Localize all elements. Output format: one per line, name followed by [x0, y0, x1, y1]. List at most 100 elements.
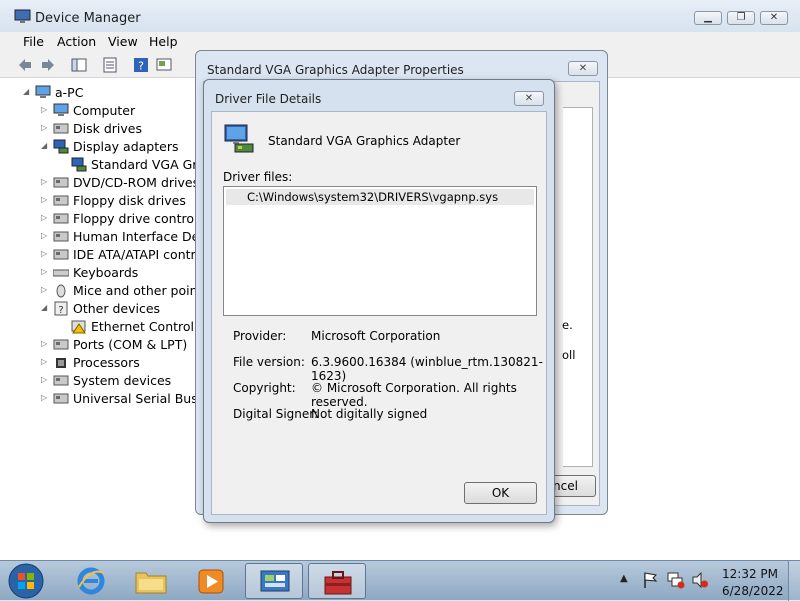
- internet-explorer-icon: [77, 567, 105, 595]
- port-icon: [53, 339, 69, 350]
- show-desktop-button[interactable]: [788, 561, 800, 601]
- svg-text:?: ?: [138, 60, 144, 73]
- tree-item-label: Human Interface Devic: [73, 229, 196, 244]
- dialog-close-button[interactable]: ✕: [514, 91, 544, 106]
- collapsed-arrow-icon[interactable]: ▷: [41, 393, 51, 402]
- cancel-label: ncel: [553, 479, 578, 493]
- tree-item-label: Keyboards: [73, 265, 139, 280]
- tree-item-label: Floppy disk drives: [73, 193, 186, 208]
- tree-item-label: Ports (COM & LPT): [73, 337, 188, 352]
- menu-view[interactable]: View: [108, 34, 138, 49]
- taskbar-media-player[interactable]: [182, 563, 240, 599]
- device-tree: ◢ a-PC ▷ Computer ▷ Disk drives ◢ Display adapt…: [0, 78, 196, 548]
- properties-cancel-button[interactable]: ncel: [549, 475, 596, 497]
- volume-muted-icon[interactable]: [691, 571, 709, 589]
- svg-text:?: ?: [58, 305, 63, 316]
- tree-item-label: System devices: [73, 373, 172, 388]
- properties-tab-panel: [563, 107, 593, 467]
- computer-icon: [53, 103, 69, 116]
- display-adapter-icon: [224, 124, 254, 153]
- taskbar-internet-explorer[interactable]: [62, 563, 120, 599]
- folder-icon: [135, 572, 167, 594]
- properties-close-button[interactable]: ✕: [568, 61, 598, 76]
- provider-value: Microsoft Corporation: [311, 329, 441, 343]
- toolbox-icon: [324, 571, 352, 595]
- digital-signer-value: Not digitally signed: [311, 407, 428, 421]
- tree-item-label: IDE ATA/ATAPI contro: [73, 247, 196, 262]
- controller-icon: [53, 213, 69, 224]
- display-adapter-icon: [53, 139, 69, 154]
- unknown-device-icon: ?: [54, 301, 68, 316]
- taskbar-control-panel[interactable]: [245, 563, 303, 599]
- keyboard-icon: [53, 269, 69, 277]
- device-name: Standard VGA Graphics Adapter: [268, 134, 461, 148]
- copyright-label: Copyright:: [233, 381, 296, 395]
- tree-item-label: Display adapters: [73, 139, 179, 154]
- provider-label: Provider:: [233, 329, 287, 343]
- taskbar-explorer[interactable]: [122, 563, 180, 599]
- back-icon[interactable]: [17, 57, 33, 73]
- hid-icon: [53, 231, 69, 242]
- tree-item-label: Mice and other pointin: [73, 283, 196, 298]
- scan-hardware-icon[interactable]: [156, 57, 172, 73]
- menu-help[interactable]: Help: [149, 34, 178, 49]
- collapsed-arrow-icon[interactable]: ▷: [41, 375, 51, 384]
- network-error-icon[interactable]: [667, 571, 685, 589]
- properties-dialog-title: Standard VGA Graphics Adapter Properties: [207, 63, 464, 77]
- menu-action[interactable]: Action: [57, 34, 96, 49]
- expanded-arrow-icon[interactable]: ◢: [41, 303, 51, 312]
- collapsed-arrow-icon[interactable]: ▷: [41, 339, 51, 348]
- collapsed-arrow-icon[interactable]: ▷: [41, 177, 51, 186]
- menu-file[interactable]: File: [23, 34, 44, 49]
- action-center-flag-icon[interactable]: [642, 571, 658, 589]
- collapsed-arrow-icon[interactable]: ▷: [41, 123, 51, 132]
- collapsed-arrow-icon[interactable]: ▷: [41, 213, 51, 222]
- file-version-value: 6.3.9600.16384 (winblue_rtm.130821-1623): [311, 355, 543, 383]
- computer-icon: [35, 85, 51, 98]
- title-bar[interactable]: Device Manager ▁ ❐ ✕: [0, 0, 800, 32]
- dvd-drive-icon: [53, 177, 69, 188]
- device-manager-icon: [14, 9, 31, 23]
- disk-drive-icon: [53, 123, 69, 134]
- driver-files-label: Driver files:: [223, 170, 293, 184]
- tree-item-label: Universal Serial Bus co: [73, 391, 196, 406]
- tree-item-label: Ethernet Controller: [91, 319, 196, 334]
- usb-icon: [53, 393, 69, 404]
- properties-text-fragment: oll: [562, 348, 576, 362]
- collapsed-arrow-icon[interactable]: ▷: [41, 285, 51, 294]
- warning-device-icon: [71, 320, 86, 334]
- maximize-button[interactable]: ❐: [727, 11, 755, 25]
- driver-file-path: C:\Windows\system32\DRIVERS\vgapnp.sys: [247, 190, 499, 204]
- clock-time[interactable]: 12:32 PM: [722, 567, 778, 581]
- system-device-icon: [53, 375, 69, 386]
- collapsed-arrow-icon[interactable]: ▷: [41, 105, 51, 114]
- expanded-arrow-icon[interactable]: ◢: [23, 87, 33, 96]
- tree-item-label: Floppy drive controller: [73, 211, 196, 226]
- show-hidden-icons-icon[interactable]: ▲: [620, 573, 628, 584]
- media-player-icon: [198, 569, 224, 594]
- collapsed-arrow-icon[interactable]: ▷: [41, 195, 51, 204]
- driver-file-row[interactable]: C:\Windows\system32\DRIVERS\vgapnp.sys: [226, 189, 534, 205]
- collapsed-arrow-icon[interactable]: ▷: [41, 231, 51, 240]
- driver-file-details-dialog: Driver File Details ✕ Standard VGA Graph…: [203, 79, 555, 523]
- properties-icon[interactable]: [102, 57, 118, 73]
- show-hide-tree-icon[interactable]: [71, 57, 87, 73]
- expanded-arrow-icon[interactable]: ◢: [41, 141, 51, 150]
- ok-button[interactable]: OK: [464, 482, 537, 504]
- collapsed-arrow-icon[interactable]: ▷: [41, 357, 51, 366]
- driver-files-list[interactable]: C:\Windows\system32\DRIVERS\vgapnp.sys: [223, 186, 537, 316]
- digital-signer-label: Digital Signer:: [233, 407, 319, 421]
- start-button-icon[interactable]: [6, 562, 46, 600]
- collapsed-arrow-icon[interactable]: ▷: [41, 249, 51, 258]
- close-button[interactable]: ✕: [760, 11, 788, 25]
- collapsed-arrow-icon[interactable]: ▷: [41, 267, 51, 276]
- minimize-button[interactable]: ▁: [694, 11, 722, 25]
- dialog-body: Standard VGA Graphics Adapter Driver fil…: [211, 111, 547, 515]
- taskbar-device-manager[interactable]: [308, 563, 366, 599]
- copyright-value: © Microsoft Corporation. All rights rese…: [311, 381, 517, 409]
- tree-item-label: DVD/CD-ROM drives: [73, 175, 196, 190]
- clock-date[interactable]: 6/28/2022: [722, 584, 784, 598]
- display-adapter-icon: [71, 157, 87, 172]
- forward-icon[interactable]: [40, 57, 56, 73]
- help-icon[interactable]: ?: [133, 57, 149, 73]
